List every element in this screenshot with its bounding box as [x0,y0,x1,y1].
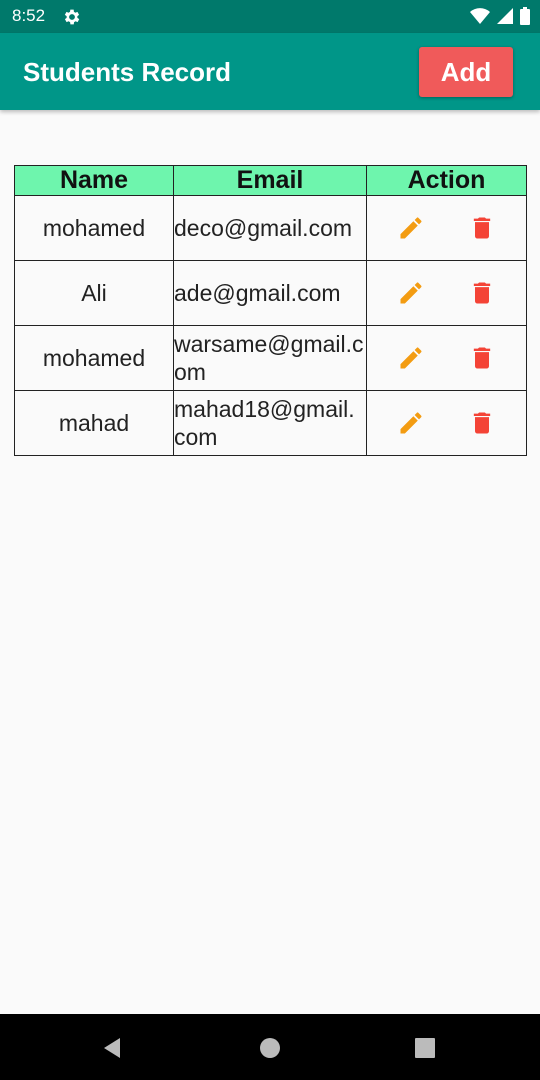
student-name: mohamed [14,195,174,261]
home-icon[interactable] [258,1036,282,1060]
back-icon[interactable] [101,1036,125,1060]
student-name: mohamed [14,325,174,391]
recents-icon[interactable] [413,1036,437,1060]
navigation-bar [0,1014,540,1080]
page-title: Students Record [23,57,232,87]
edit-icon[interactable] [397,214,425,242]
action-cell [366,325,527,391]
delete-icon[interactable] [468,409,496,437]
students-table: Name Email Action mohamed deco@gmail.com… [14,165,527,456]
table-row: Ali ade@gmail.com [14,260,527,326]
header-name: Name [14,165,174,196]
student-email: deco@gmail.com [173,195,367,261]
action-cell [366,390,527,456]
student-email: warsame@gmail.com [173,325,367,391]
delete-icon[interactable] [468,344,496,372]
battery-icon [520,7,530,25]
header-email: Email [173,165,367,196]
cell-signal-icon [497,8,513,24]
action-cell [366,260,527,326]
table-row: mahad mahad18@gmail.com [14,390,527,456]
delete-icon[interactable] [468,214,496,242]
wifi-icon [470,8,490,24]
table-header-row: Name Email Action [14,165,527,196]
action-cell [366,195,527,261]
edit-icon[interactable] [397,344,425,372]
status-time: 8:52 [12,6,46,25]
header-action: Action [366,165,527,196]
student-email: ade@gmail.com [173,260,367,326]
edit-icon[interactable] [397,279,425,307]
status-bar: 8:52 [0,0,540,33]
table-row: mohamed warsame@gmail.com [14,325,527,391]
delete-icon[interactable] [468,279,496,307]
add-button[interactable]: Add [419,47,513,97]
settings-gear-icon [64,9,80,25]
student-name: Ali [14,260,174,326]
edit-icon[interactable] [397,409,425,437]
app-bar: Students Record Add [0,33,540,110]
student-email: mahad18@gmail.com [173,390,367,456]
system-icons [470,7,530,25]
student-name: mahad [14,390,174,456]
table-row: mohamed deco@gmail.com [14,195,527,261]
